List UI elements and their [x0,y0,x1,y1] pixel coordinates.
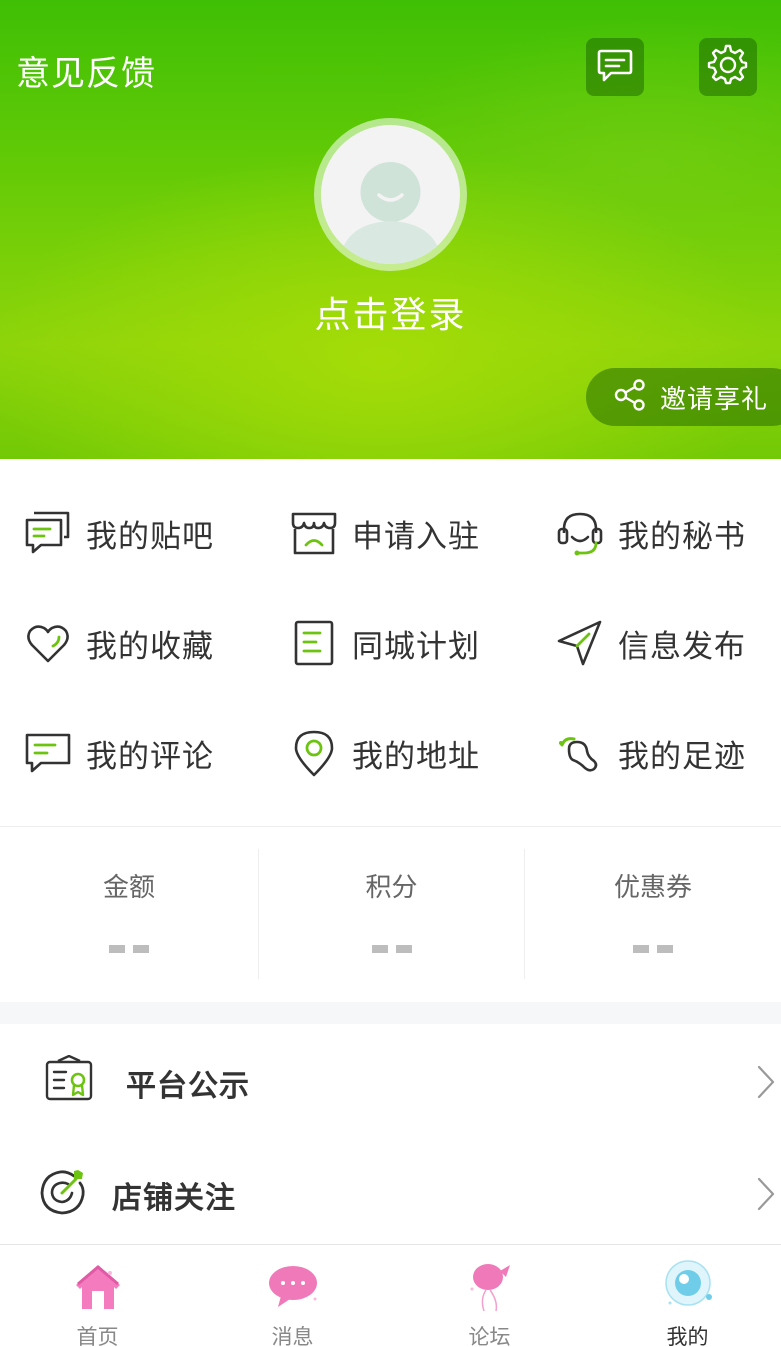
comment-icon [24,729,72,777]
stat-label: 优惠券 [613,872,692,902]
grid-item-label: 信息发布 [618,628,746,664]
headset-icon [556,509,604,557]
tab-mine[interactable]: 我的 [590,1245,781,1347]
message-icon [595,45,635,90]
feedback-link[interactable]: 意见反馈 [16,46,156,95]
stat-value [371,945,412,953]
tab-home[interactable]: 首页 [0,1245,195,1347]
grid-item-label: 我的地址 [352,738,480,774]
grid-item-apply-settle[interactable]: 申请入驻 [290,478,480,588]
tab-label: 论坛 [468,1326,511,1347]
tab-forum[interactable]: 论坛 [392,1245,587,1347]
target-icon [38,1167,88,1222]
tab-label: 首页 [76,1326,119,1347]
tab-label: 消息 [271,1326,314,1347]
stat-points[interactable]: 积分 [259,827,524,1003]
invite-button[interactable]: 邀请享礼 [586,368,781,426]
grid-item-label: 我的足迹 [618,738,746,774]
section-divider [0,1002,781,1024]
grid-item-my-comments[interactable]: 我的评论 [24,698,214,808]
chat-bubble-icon [265,1259,321,1315]
share-icon [614,378,646,416]
grid-item-city-plan[interactable]: 同城计划 [290,588,480,698]
stat-value [109,945,149,953]
home-icon [70,1259,126,1315]
footprint-icon [556,729,604,777]
profile-header: 意见反馈 点击登录 邀请享礼 [0,0,781,459]
settings-button[interactable] [699,38,757,96]
location-pin-icon [290,729,338,777]
tab-label: 我的 [666,1326,709,1347]
grid-item-label: 我的评论 [86,738,214,774]
stat-label: 积分 [365,872,418,902]
send-icon [556,619,604,667]
heart-icon [24,619,72,667]
grid-item-my-tieba[interactable]: 我的贴吧 [24,478,214,588]
menu-label: 店铺关注 [112,1182,236,1215]
grid-item-my-favorites[interactable]: 我的收藏 [24,588,214,698]
message-button[interactable] [586,38,644,96]
storefront-icon [290,509,338,557]
grid-item-publish-info[interactable]: 信息发布 [556,588,746,698]
grid-item-my-footprint[interactable]: 我的足迹 [556,698,746,808]
balloon-icon [462,1259,518,1315]
grid-item-label: 我的贴吧 [86,518,214,554]
avatar [321,125,460,264]
stat-label: 金额 [102,872,155,902]
chevron-right-icon [757,1177,775,1216]
menu-label: 平台公示 [126,1070,250,1103]
tab-messages[interactable]: 消息 [195,1245,390,1347]
certificate-icon [44,1054,94,1110]
feature-grid: 我的贴吧 申请入驻 我的秘书 我的收藏 同城计划 信息发布 我的评论 我的地址 … [0,478,781,808]
default-user-icon [339,162,442,264]
grid-item-my-address[interactable]: 我的地址 [290,698,480,808]
menu-item-platform-notice[interactable]: 平台公示 [0,1025,781,1137]
stat-value [633,945,673,953]
account-stats: 金额 积分 优惠券 [0,826,781,1002]
login-link[interactable]: 点击登录 [0,286,781,338]
document-list-icon [290,619,338,667]
avatar-button[interactable] [314,118,467,271]
grid-item-my-secretary[interactable]: 我的秘书 [556,478,746,588]
invite-label: 邀请享礼 [660,383,769,414]
grid-item-label: 申请入驻 [352,518,480,554]
stat-coupons[interactable]: 优惠券 [525,827,781,1003]
grid-item-label: 我的秘书 [618,518,746,554]
gear-icon [706,43,750,92]
forum-bubbles-icon [24,509,72,557]
menu-item-store-follow[interactable]: 店铺关注 [0,1137,781,1249]
chevron-right-icon [757,1065,775,1104]
bottom-tab-bar: 首页 消息 论坛 我的 [0,1244,781,1347]
grid-item-label: 我的收藏 [86,628,214,664]
stat-balance[interactable]: 金额 [0,827,258,1003]
grid-item-label: 同城计划 [352,628,480,664]
eye-bubble-icon [660,1259,716,1315]
